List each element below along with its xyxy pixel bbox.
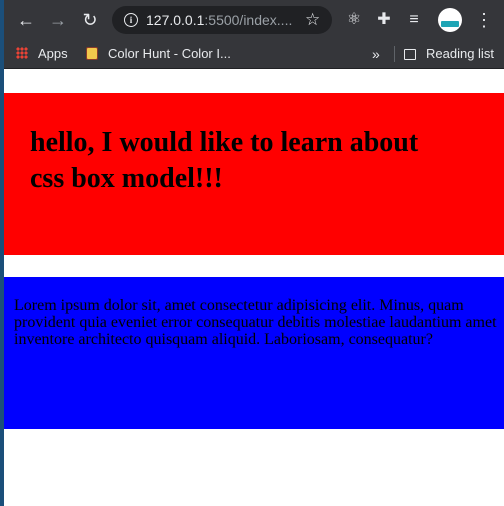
browser-toolbar: ← → ↻ i 127.0.0.1:5500/index.... ☆ ⚛ ✚ ≡…: [0, 0, 504, 40]
bookmark-color-hunt-label: Color Hunt - Color I...: [108, 46, 231, 61]
bookmark-star-icon[interactable]: ☆: [305, 10, 320, 30]
paragraph-box: Lorem ipsum dolor sit, amet consectetur …: [4, 277, 504, 429]
profile-avatar[interactable]: [438, 8, 462, 32]
url-path: :5500/index....: [204, 12, 293, 28]
forward-arrow-icon[interactable]: →: [48, 10, 68, 30]
media-playlist-icon[interactable]: ≡: [404, 10, 424, 30]
apps-grid-icon: [16, 47, 28, 59]
bookmarks-bar: Apps Color Hunt - Color I... » Reading l…: [0, 40, 504, 69]
extensions-puzzle-icon[interactable]: ✚: [374, 10, 394, 30]
address-url[interactable]: 127.0.0.1:5500/index....: [146, 12, 292, 28]
page-heading: hello, I would like to learn about css b…: [30, 127, 419, 194]
address-bar[interactable]: i 127.0.0.1:5500/index.... ☆: [112, 6, 332, 34]
url-host: 127.0.0.1: [146, 12, 205, 28]
bookmark-color-hunt[interactable]: Color Hunt - Color I...: [86, 45, 231, 63]
back-arrow-icon[interactable]: ←: [16, 10, 36, 30]
reading-list-label: Reading list: [426, 46, 494, 61]
kebab-menu-icon[interactable]: ⋮: [474, 10, 494, 30]
heading-box: hello, I would like to learn about css b…: [4, 93, 504, 255]
bookmarks-divider: [394, 46, 395, 62]
color-hunt-icon: [86, 47, 98, 60]
bookmark-apps-label: Apps: [38, 46, 68, 61]
react-devtools-icon[interactable]: ⚛: [344, 10, 364, 30]
reading-list-button[interactable]: Reading list: [404, 45, 494, 63]
bookmarks-overflow-button[interactable]: »: [372, 45, 380, 63]
page-paragraph: Lorem ipsum dolor sit, amet consectetur …: [14, 297, 497, 348]
reload-icon[interactable]: ↻: [80, 10, 100, 30]
bookmark-apps[interactable]: Apps: [16, 45, 68, 63]
site-info-icon[interactable]: i: [124, 13, 138, 27]
reading-list-icon: [404, 49, 416, 60]
page-viewport: hello, I would like to learn about css b…: [4, 69, 504, 506]
window-left-edge: [0, 0, 4, 506]
